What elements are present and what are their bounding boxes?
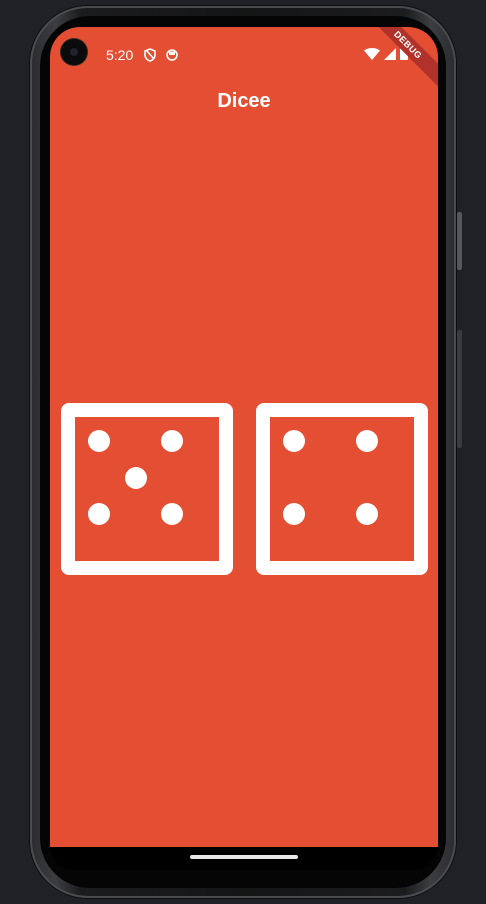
left-die-face: [75, 417, 219, 561]
left-die-pip: [88, 503, 110, 525]
left-die-pip: [88, 430, 110, 452]
app-scaffold: 5:20 DEBUG Dicee: [50, 27, 438, 847]
gesture-nav-area: [50, 847, 438, 870]
status-time: 5:20: [106, 47, 134, 63]
app-bar-title: Dicee: [217, 90, 271, 112]
left-die-button[interactable]: [61, 403, 233, 575]
right-die-pip: [283, 503, 305, 525]
right-die-button[interactable]: [256, 403, 428, 575]
front-camera: [61, 39, 87, 65]
sim-card-icon: [166, 48, 178, 66]
home-indicator[interactable]: [190, 855, 298, 859]
right-die-pip: [283, 430, 305, 452]
right-die-face: [270, 417, 414, 561]
left-die-pip: [125, 467, 147, 489]
status-bar: 5:20 DEBUG: [50, 27, 438, 94]
wifi-icon: [364, 47, 380, 65]
right-die-pip: [356, 430, 378, 452]
shield-icon: [144, 48, 156, 67]
right-die-pip: [356, 503, 378, 525]
device-frame-stage: 5:20 DEBUG Dicee: [0, 0, 486, 904]
cell-signal-icon: [384, 47, 396, 65]
power-button[interactable]: [457, 212, 462, 270]
volume-rocker[interactable]: [457, 330, 462, 448]
device-screen: 5:20 DEBUG Dicee: [50, 27, 438, 870]
dice-row: [50, 403, 438, 575]
left-die-pip: [161, 503, 183, 525]
left-die-pip: [161, 430, 183, 452]
